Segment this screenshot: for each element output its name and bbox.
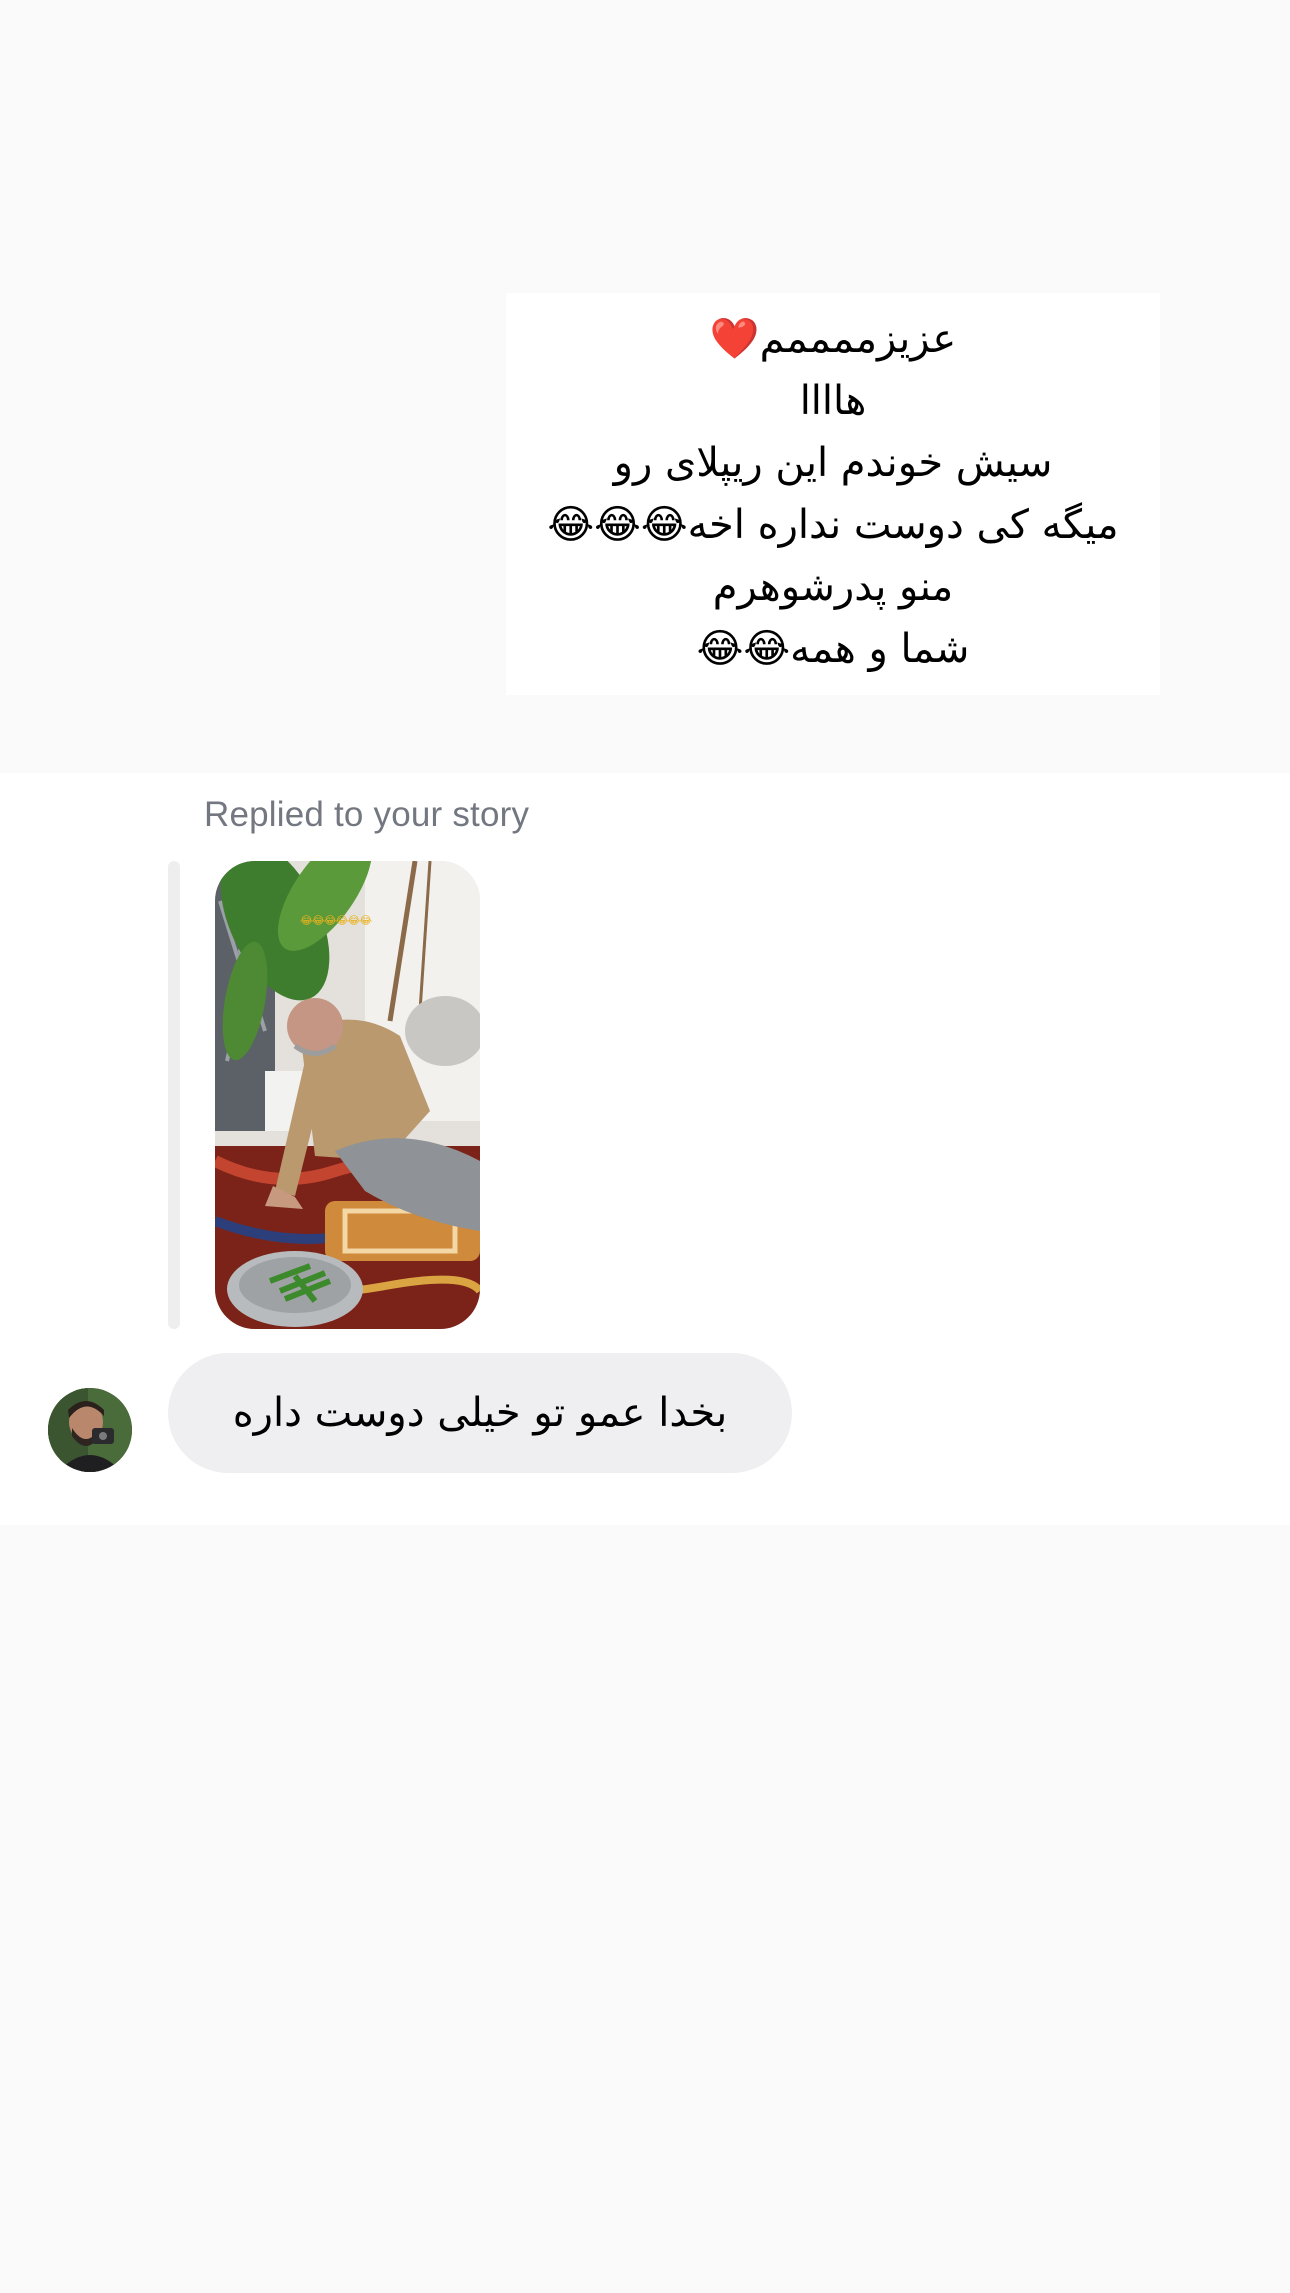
reply-quote-bar <box>168 861 180 1329</box>
shared-post-caption-card[interactable]: عزیزممممم❤️ هاااا سیش خوندم این ریپلای ر… <box>506 293 1160 695</box>
caption-line: شما و همه😂😂 <box>696 626 970 672</box>
replied-to-story-label: Replied to your story <box>204 795 530 834</box>
story-photo-scene <box>215 861 480 1329</box>
story-overlay-text: 😂😂😂😂😂😂 <box>300 914 372 927</box>
caption-line: میگه کی دوست نداره اخه😂😂😂 <box>547 502 1119 548</box>
sender-avatar[interactable] <box>48 1388 132 1472</box>
message-text: بخدا عمو تو خیلی دوست داره <box>232 1390 728 1436</box>
caption-line: عزیزممممم❤️ <box>709 316 957 362</box>
dm-thread-screen: عزیزممممم❤️ هاااا سیش خوندم این ریپلای ر… <box>0 0 1290 2293</box>
avatar-photo-icon <box>48 1388 132 1472</box>
caption-line: سیش خوندم این ریپلای رو <box>613 440 1053 486</box>
caption-line: هاااا <box>799 378 867 424</box>
caption-line: منو پدرشوهرم <box>712 564 954 610</box>
story-thumbnail[interactable]: 😂😂😂😂😂😂 <box>215 861 480 1329</box>
message-bubble[interactable]: بخدا عمو تو خیلی دوست داره <box>168 1353 792 1473</box>
